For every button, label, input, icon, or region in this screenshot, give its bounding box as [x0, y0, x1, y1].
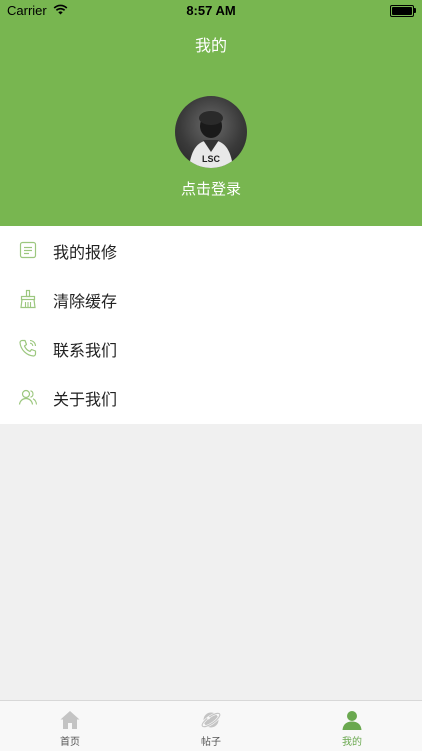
status-bar: Carrier 8:57 AM — [0, 0, 422, 22]
tab-home[interactable]: 首页 — [0, 701, 140, 751]
tab-mine[interactable]: 我的 — [282, 701, 422, 751]
tab-bar: 首页 帖子 我的 — [0, 700, 422, 751]
settings-menu: 我的报修 清除缓存 联系我们 关于我们 — [0, 226, 422, 424]
avatar[interactable]: LSC — [175, 96, 247, 168]
tab-posts[interactable]: 帖子 — [141, 701, 281, 751]
users-icon — [18, 389, 38, 405]
menu-item-contact-us[interactable]: 联系我们 — [0, 324, 422, 373]
tab-label: 我的 — [342, 737, 362, 748]
repair-list-icon — [19, 241, 37, 259]
login-button[interactable]: 点击登录 — [0, 178, 422, 199]
battery-icon — [390, 5, 414, 17]
broom-icon — [20, 289, 36, 309]
menu-item-clear-cache[interactable]: 清除缓存 — [0, 275, 422, 324]
planet-icon — [200, 712, 222, 728]
menu-item-my-repairs[interactable]: 我的报修 — [0, 226, 422, 275]
svg-text:LSC: LSC — [202, 154, 221, 164]
menu-item-label: 清除缓存 — [53, 292, 118, 311]
phone-icon — [19, 339, 37, 357]
tab-label: 首页 — [60, 737, 80, 748]
menu-item-label: 联系我们 — [53, 341, 118, 360]
profile-header: Carrier 8:57 AM 我的 LSC 点击登录 — [0, 0, 422, 226]
person-icon — [342, 711, 362, 730]
page-title: 我的 — [194, 36, 227, 55]
menu-item-label: 关于我们 — [53, 390, 118, 409]
menu-item-about-us[interactable]: 关于我们 — [0, 373, 422, 422]
tab-label: 帖子 — [201, 737, 221, 748]
menu-item-label: 我的报修 — [53, 243, 118, 262]
clock: 8:57 AM — [186, 3, 236, 18]
home-icon — [60, 711, 80, 729]
battery-cap — [414, 8, 416, 13]
avatar-photo: LSC — [189, 111, 233, 168]
